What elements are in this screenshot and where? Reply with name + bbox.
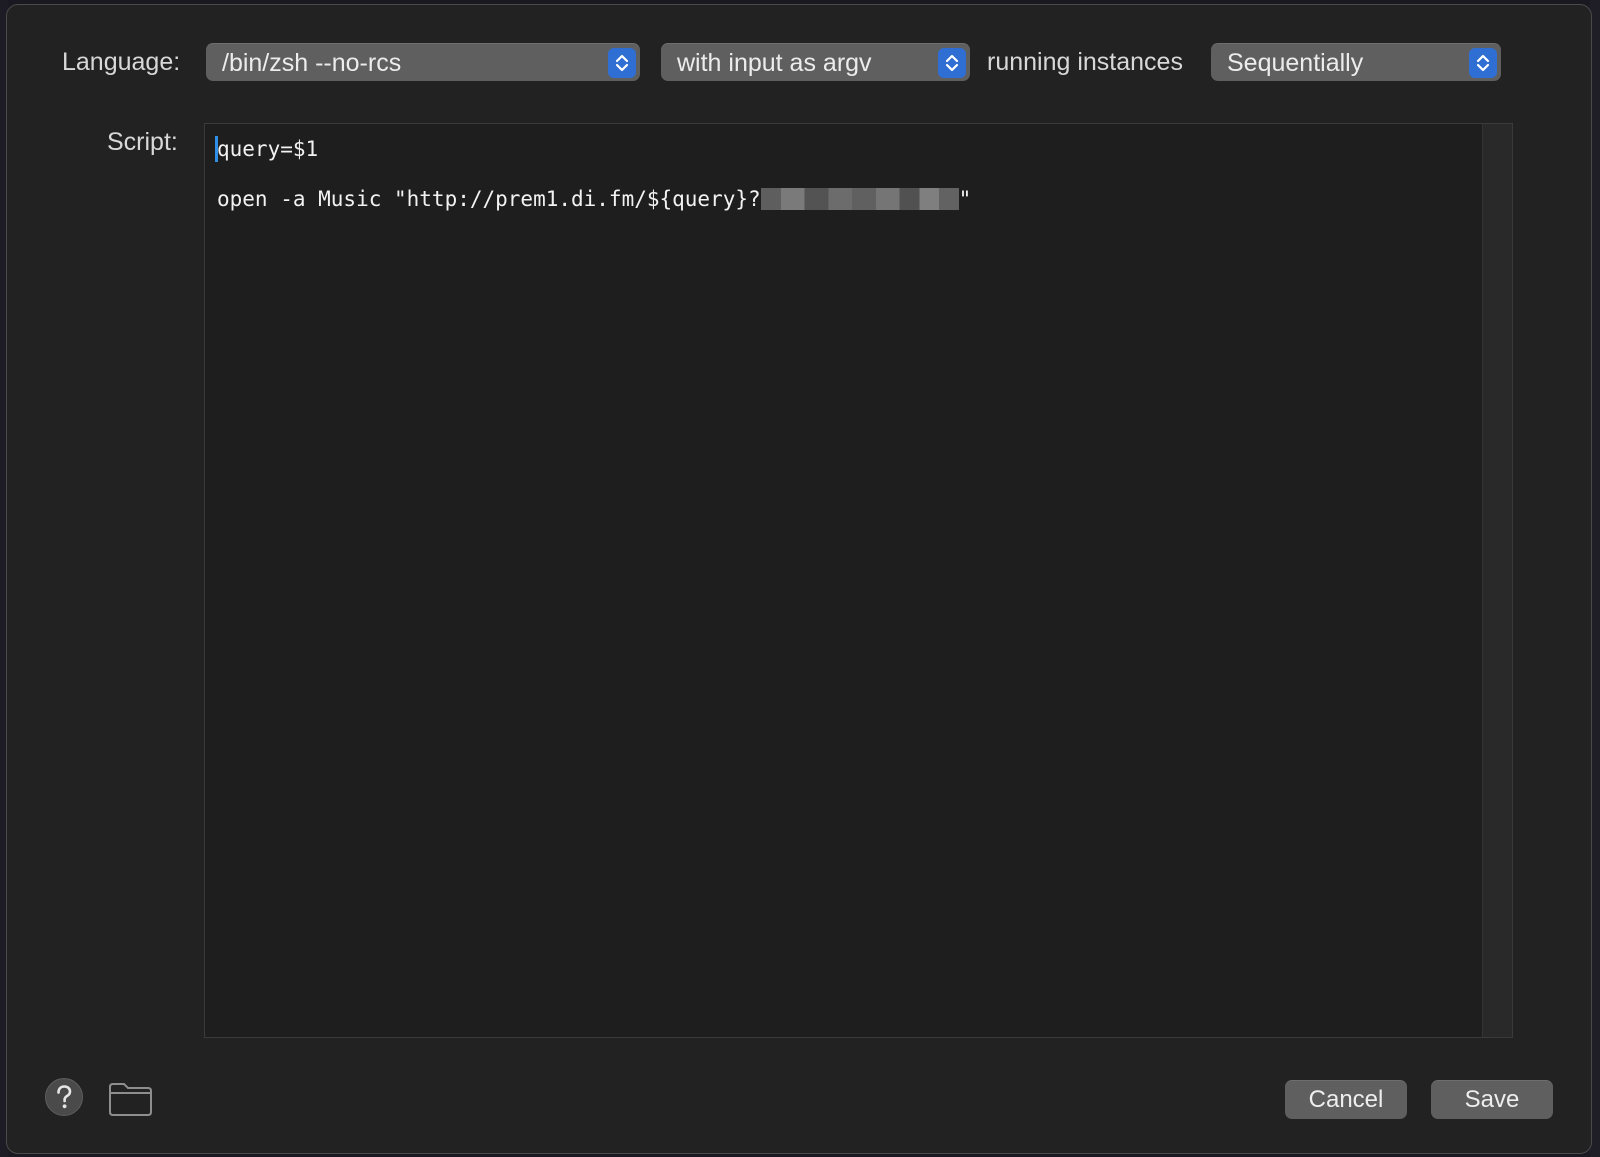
reveal-folder-button[interactable] [108, 1081, 153, 1117]
script-line-2-closing-quote: " [958, 187, 972, 211]
script-line-2: open -a Music "http://prem1.di.fm/${quer… [217, 186, 971, 212]
language-popup[interactable]: /bin/zsh --no-rcs [206, 43, 640, 81]
folder-icon [109, 1083, 152, 1116]
script-line-2-text: open -a Music "http://prem1.di.fm/${quer… [217, 187, 761, 211]
help-button[interactable] [44, 1077, 84, 1117]
input-mode-popup-chevron-icon [938, 48, 966, 78]
running-instances-label: running instances [987, 48, 1183, 76]
running-instances-popup-value: Sequentially [1227, 49, 1364, 77]
language-popup-chevron-icon [608, 48, 636, 78]
script-label: Script: [107, 128, 178, 156]
language-label: Language: [62, 48, 181, 76]
save-button[interactable]: Save [1431, 1080, 1553, 1119]
script-line-1: query=$1 [217, 137, 319, 161]
running-instances-popup-chevron-icon [1469, 48, 1497, 78]
script-vertical-scrollbar[interactable] [1482, 124, 1512, 1037]
input-mode-popup[interactable]: with input as argv [661, 43, 970, 81]
script-editor-sheet: Language: /bin/zsh --no-rcs with input a… [6, 4, 1592, 1154]
language-popup-value: /bin/zsh --no-rcs [222, 49, 402, 77]
script-text-editor[interactable]: query=$1 open -a Music "http://prem1.di.… [204, 123, 1513, 1038]
cancel-button[interactable]: Cancel [1285, 1080, 1407, 1119]
question-mark-icon [45, 1078, 83, 1116]
input-mode-popup-value: with input as argv [677, 49, 872, 77]
running-instances-popup[interactable]: Sequentially [1211, 43, 1501, 81]
redacted-block [760, 188, 959, 210]
